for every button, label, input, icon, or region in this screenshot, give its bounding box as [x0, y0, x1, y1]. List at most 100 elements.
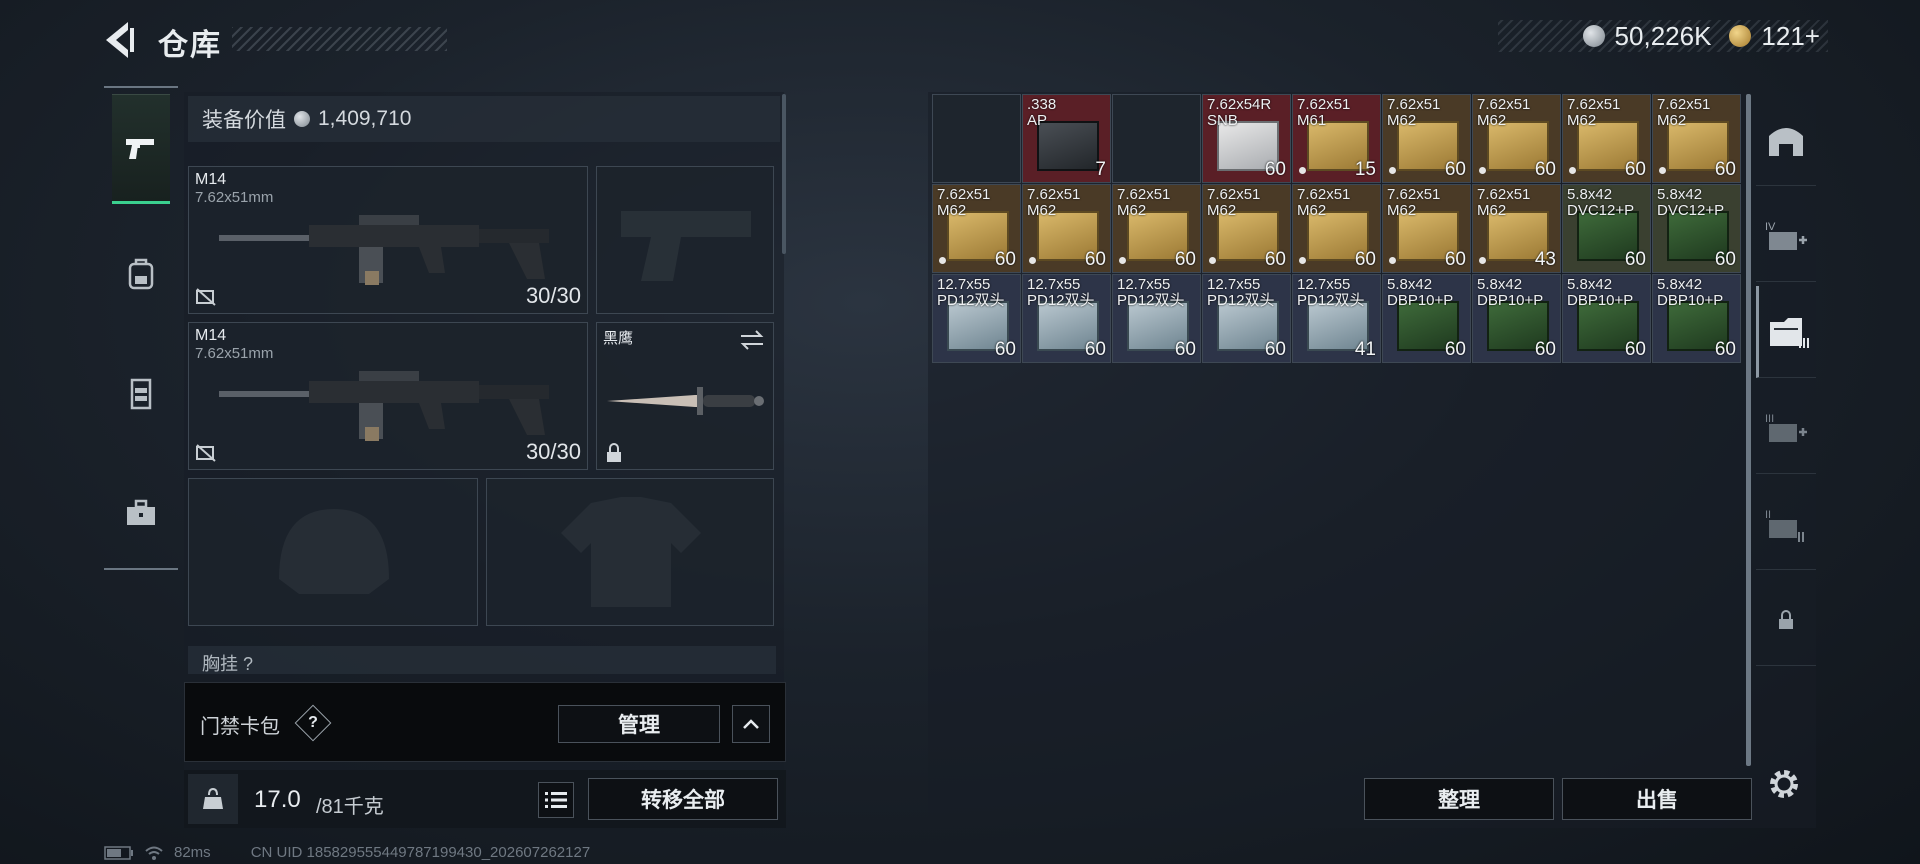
stash-item-cell[interactable]: 7.62x51 M61 15: [1292, 94, 1381, 183]
primary-weapon-slot-1[interactable]: M14 7.62x51mm 30/30: [188, 166, 588, 314]
item-dot-indicator: [1299, 257, 1306, 264]
equipment-scrollbar[interactable]: [782, 94, 786, 254]
rifle-image: [219, 215, 549, 285]
item-count: 60: [1624, 249, 1646, 270]
lock-icon: [607, 443, 621, 462]
storage-case-icon: [1769, 317, 1809, 348]
stash-item-cell[interactable]: .338 AP 7: [1022, 94, 1111, 183]
primary-weapon-slot-2[interactable]: M14 7.62x51mm 30/30: [188, 322, 588, 470]
storage-tab-iii[interactable]: III: [1756, 382, 1816, 474]
item-label: 12.7x55 PD12双头: [1117, 276, 1185, 309]
stash-item-cell[interactable]: 7.62x54R SNB 60: [1202, 94, 1291, 183]
sort-button[interactable]: 整理: [1364, 778, 1554, 820]
settings-button[interactable]: [1764, 764, 1804, 804]
stash-item-cell[interactable]: 7.62x51 M62 60: [1112, 184, 1201, 273]
stash-item-cell[interactable]: 7.62x51 M62 60: [1292, 184, 1381, 273]
chevron-up-icon: [743, 719, 759, 729]
stash-item-cell[interactable]: 5.8x42 DVC12+P 60: [1652, 184, 1741, 273]
item-label: 7.62x51 M62: [1117, 186, 1171, 219]
item-count: 60: [1444, 339, 1466, 360]
transfer-all-button[interactable]: 转移全部: [588, 778, 778, 820]
item-count: 43: [1534, 249, 1556, 270]
melee-slot[interactable]: 黑鹰: [596, 322, 774, 470]
stash-item-cell[interactable]: 5.8x42 DVC12+P 60: [1562, 184, 1651, 273]
stash-item-cell[interactable]: 7.62x51 M62 43: [1472, 184, 1561, 273]
item-dot-indicator: [1569, 167, 1576, 174]
stash-item-cell[interactable]: 12.7x55 PD12双头 60: [932, 274, 1021, 363]
stash-item-cell[interactable]: 5.8x42 DBP10+P 60: [1382, 274, 1471, 363]
tab-toolbox[interactable]: [112, 458, 170, 568]
storage-iii-icon: III: [1765, 413, 1807, 442]
stash-item-cell[interactable]: 7.62x51 M62 60: [1562, 94, 1651, 183]
storage-ii-icon: II: [1765, 509, 1804, 542]
helmet-placeholder-icon: [279, 509, 389, 594]
ammo-count: 30/30: [525, 283, 581, 308]
manage-button[interactable]: 管理: [558, 705, 720, 743]
no-attachment-icon: [196, 444, 216, 462]
stash-item-cell[interactable]: 7.62x51 M62 60: [932, 184, 1021, 273]
pistol-placeholder-icon: [621, 211, 751, 281]
stash-item-cell[interactable]: 7.62x51 M62 60: [1382, 184, 1471, 273]
keycard-label: 门禁卡包: [200, 716, 280, 738]
item-label: 7.62x51 M62: [1297, 186, 1351, 219]
storage-tab-home[interactable]: [1756, 94, 1816, 186]
storage-tab-locked[interactable]: [1756, 574, 1816, 666]
gold-currency-value[interactable]: 121+: [1761, 21, 1820, 52]
item-count: 60: [1354, 249, 1376, 270]
stash-item-cell[interactable]: 7.62x51 M62 60: [1382, 94, 1471, 183]
stash-item-cell[interactable]: [1112, 94, 1201, 183]
chest-rig-label: 胸挂 ?: [188, 646, 776, 674]
melee-name: 黑鹰: [603, 330, 634, 347]
tab-backpack[interactable]: [112, 218, 170, 328]
tab-weapons[interactable]: [112, 94, 170, 204]
sell-button[interactable]: 出售: [1562, 778, 1752, 820]
stash-item-cell[interactable]: 12.7x55 PD12双头 41: [1292, 274, 1381, 363]
list-view-button[interactable]: [538, 782, 574, 818]
silver-coin-icon: [294, 111, 310, 127]
kettlebell-icon: [203, 787, 223, 809]
back-button[interactable]: [100, 18, 140, 62]
item-count: 60: [1264, 159, 1286, 180]
currency-bar: 50,226K 121+: [1498, 20, 1828, 52]
storage-tab-case[interactable]: [1756, 286, 1816, 378]
expand-button[interactable]: [732, 705, 770, 743]
weapon-caliber: 7.62x51mm: [195, 345, 274, 362]
stash-item-cell[interactable]: 12.7x55 PD12双头 60: [1202, 274, 1291, 363]
helmet-slot[interactable]: [188, 478, 478, 626]
stash-item-cell[interactable]: [932, 94, 1021, 183]
stash-item-cell[interactable]: 5.8x42 DBP10+P 60: [1562, 274, 1651, 363]
stash-scrollbar[interactable]: [1746, 94, 1751, 766]
item-count: 60: [1084, 249, 1106, 270]
item-count: 60: [1714, 339, 1736, 360]
back-arrow-icon: [106, 22, 134, 58]
item-count: 60: [1534, 339, 1556, 360]
stash-item-cell[interactable]: 12.7x55 PD12双头 60: [1112, 274, 1201, 363]
item-count: 60: [994, 249, 1016, 270]
item-label: 7.62x51 M62: [1207, 186, 1261, 219]
item-count: 60: [1174, 339, 1196, 360]
toolbox-icon: [127, 499, 155, 525]
equipment-value-bar: 装备价值 1,409,710: [188, 96, 780, 142]
tab-vest[interactable]: [112, 338, 170, 448]
swap-icon[interactable]: [739, 329, 765, 351]
stash-item-cell[interactable]: 7.62x51 M62 60: [1022, 184, 1111, 273]
stash-item-cell[interactable]: 12.7x55 PD12双头 60: [1022, 274, 1111, 363]
item-label: 12.7x55 PD12双头: [1027, 276, 1095, 309]
storage-tab-iv[interactable]: IV: [1756, 190, 1816, 282]
item-count: 60: [1624, 339, 1646, 360]
armor-slot[interactable]: [486, 478, 774, 626]
item-label: 7.62x51 M62: [1477, 186, 1531, 219]
item-count: 60: [1264, 339, 1286, 360]
sidearm-slot[interactable]: [596, 166, 774, 314]
stash-item-cell[interactable]: 7.62x51 M62 60: [1202, 184, 1291, 273]
gear-icon: [1770, 770, 1798, 798]
stash-item-cell[interactable]: 7.62x51 M62 60: [1472, 94, 1561, 183]
equipment-value-label: 装备价值: [202, 109, 286, 132]
item-count: 60: [1264, 249, 1286, 270]
stash-item-cell[interactable]: 5.8x42 DBP10+P 60: [1652, 274, 1741, 363]
stash-item-cell[interactable]: 5.8x42 DBP10+P 60: [1472, 274, 1561, 363]
stash-item-cell[interactable]: 7.62x51 M62 60: [1652, 94, 1741, 183]
stash-grid: .338 AP 7 7.62x54R SNB 60 7.62x51 M61 15 7.62x…: [932, 94, 1741, 364]
item-count: 60: [1714, 159, 1736, 180]
storage-tab-ii[interactable]: II: [1756, 478, 1816, 570]
